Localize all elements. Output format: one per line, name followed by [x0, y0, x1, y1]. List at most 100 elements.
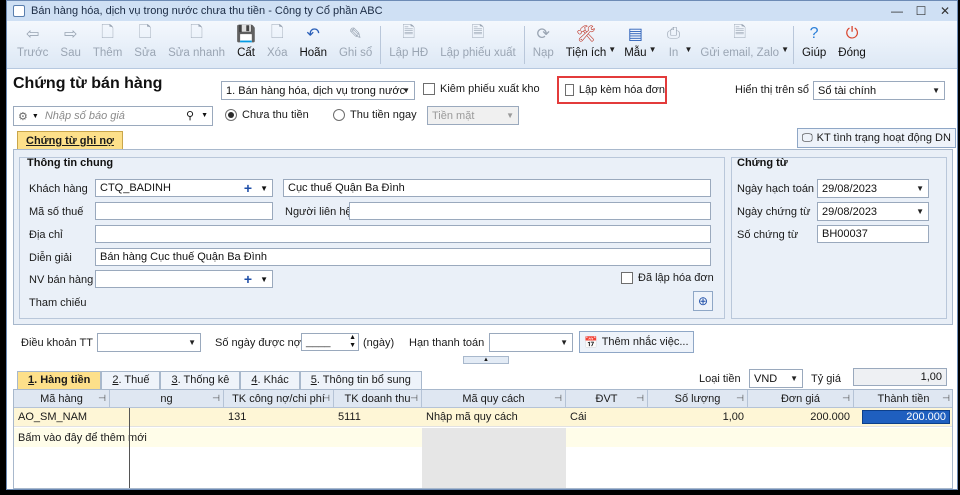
- table-row[interactable]: AO_SM_NAM 131 5111 Nhập mã quy cách Cái 1,00 2…: [14, 408, 952, 427]
- da-lap-hoa-don-checkbox[interactable]: Đã lập hóa đơn: [621, 272, 714, 284]
- voucher-number-input[interactable]: BH00037: [817, 225, 929, 243]
- tax-code-input[interactable]: [95, 202, 273, 220]
- pin-icon[interactable]: ⊣: [942, 393, 950, 404]
- cell-tk-doanh-thu[interactable]: 5111: [334, 408, 422, 426]
- toolbar-button-1[interactable]: ⇨ Sau: [54, 21, 86, 67]
- radio-dot[interactable]: [333, 109, 345, 121]
- column-header-4[interactable]: Mã quy cách ⊣: [422, 390, 566, 408]
- pin-icon[interactable]: ⊣: [322, 393, 330, 404]
- chevron-down-icon[interactable]: ▼: [260, 275, 268, 284]
- toolbar-button-0[interactable]: ⇦ Trước: [11, 21, 54, 67]
- maximize-icon[interactable]: ☐: [909, 1, 933, 21]
- column-header-2[interactable]: TK công nợ/chi phí ⊣: [224, 390, 334, 408]
- radio-chua-thu-tien[interactable]: Chưa thu tiền: [225, 109, 309, 121]
- tab-detail-4[interactable]: 4. Khác: [240, 371, 300, 389]
- lap-kem-hoa-don-checkbox[interactable]: Lập kèm hóa đơn: [557, 76, 667, 104]
- chevron-down-icon[interactable]: ▼: [781, 45, 789, 54]
- cell-tk-cong-no[interactable]: 131: [224, 408, 334, 426]
- chevron-down-icon[interactable]: ▼: [260, 184, 268, 193]
- toolbar-button-2[interactable]: 🗋 Thêm: [87, 21, 128, 67]
- toolbar-button-9[interactable]: 🗎 Lập HĐ: [383, 21, 434, 67]
- column-header-3[interactable]: TK doanh thu ⊣: [334, 390, 422, 408]
- collapse-handle[interactable]: ▲: [463, 356, 509, 364]
- description-input[interactable]: Bán hàng Cục thuế Quận Ba Đình: [95, 248, 711, 266]
- checkbox-box[interactable]: [423, 83, 435, 95]
- cell-so-luong[interactable]: 1,00: [648, 408, 748, 426]
- tab-detail-2[interactable]: 2. Thuế: [101, 371, 161, 389]
- currency-select[interactable]: VND ▼: [749, 369, 803, 388]
- search-icon[interactable]: ⚲: [186, 109, 194, 122]
- toolbar-button-10[interactable]: 🗎 Lập phiếu xuất: [434, 21, 521, 67]
- payment-method-select[interactable]: Tiền mặt ▼: [427, 106, 519, 125]
- credit-days-input[interactable]: ____ ▲ ▼: [301, 333, 359, 351]
- toolbar-button-16[interactable]: ? Giúp: [796, 21, 832, 67]
- tab-detail-1[interactable]: 1. Hàng tiền: [17, 371, 102, 389]
- chevron-down-icon[interactable]: ▼: [201, 112, 208, 119]
- minimize-icon[interactable]: —: [885, 1, 909, 21]
- column-header-5[interactable]: ĐVT ⊣: [566, 390, 648, 408]
- column-header-8[interactable]: Thành tiền ⊣: [854, 390, 952, 408]
- column-header-7[interactable]: Đơn giá ⊣: [748, 390, 854, 408]
- kt-status-button[interactable]: 🖵 KT tình trạng hoạt động DN: [797, 128, 956, 148]
- toolbar-button-17[interactable]: ⏻ Đóng: [832, 21, 872, 67]
- tab-detail-5[interactable]: 5. Thông tin bổ sung: [299, 371, 422, 389]
- toolbar-button-14[interactable]: ⎙ In: [659, 21, 689, 67]
- zoom-in-icon[interactable]: ⊕: [693, 291, 713, 311]
- cell-ma-hang[interactable]: AO_SM_NAM: [14, 408, 110, 426]
- customer-name-input[interactable]: Cục thuế Quận Ba Đình: [283, 179, 711, 197]
- checkbox-box[interactable]: [621, 272, 633, 284]
- posting-date-input[interactable]: 29/08/2023 ▼: [817, 179, 929, 198]
- exchange-rate-input[interactable]: 1,00: [853, 368, 947, 386]
- radio-thu-tien-ngay[interactable]: Thu tiền ngay: [333, 109, 417, 121]
- tab-detail-3[interactable]: 3. Thống kê: [160, 371, 241, 389]
- ledger-select[interactable]: Sổ tài chính ▼: [813, 81, 945, 100]
- chevron-down-icon[interactable]: ▼: [649, 45, 657, 54]
- toolbar-button-12[interactable]: 🛠 Tiện ích: [560, 21, 612, 67]
- contact-person-input[interactable]: [349, 202, 711, 220]
- toolbar-button-13[interactable]: ▤ Mẫu: [618, 21, 652, 67]
- radio-dot[interactable]: [225, 109, 237, 121]
- close-icon[interactable]: ✕: [933, 1, 957, 21]
- cell-don-gia[interactable]: 200.000: [748, 408, 854, 426]
- column-header-0[interactable]: Mã hàng ⊣: [14, 390, 110, 408]
- add-reminder-button[interactable]: 📅 Thêm nhắc việc...: [579, 331, 694, 353]
- spinner-icon[interactable]: ▲ ▼: [349, 334, 356, 350]
- chevron-down-icon[interactable]: ▼: [32, 113, 39, 120]
- pin-icon[interactable]: ⊣: [636, 393, 644, 404]
- pin-icon[interactable]: ⊣: [842, 393, 850, 404]
- payment-terms-select[interactable]: ▼: [97, 333, 201, 352]
- column-splitter[interactable]: [129, 408, 130, 488]
- plus-icon[interactable]: +: [244, 271, 252, 287]
- kiem-phieu-xuat-kho-checkbox[interactable]: Kiêm phiếu xuất kho: [423, 83, 540, 95]
- toolbar-button-8[interactable]: ✎ Ghi sổ: [333, 21, 378, 67]
- toolbar-button-3[interactable]: 🗋 Sửa: [128, 21, 162, 67]
- chevron-down-icon[interactable]: ▼: [608, 45, 616, 54]
- gear-icon[interactable]: ⚙: [18, 110, 28, 123]
- pin-icon[interactable]: ⊣: [554, 393, 562, 404]
- chevron-down-icon[interactable]: ▼: [685, 45, 693, 54]
- toolbar-button-5[interactable]: 💾 Cất: [231, 21, 261, 67]
- pin-icon[interactable]: ⊣: [410, 393, 418, 404]
- toolbar-button-6[interactable]: 🗋 Xóa: [261, 21, 293, 67]
- customer-code-input[interactable]: CTQ_BADINH + ▼: [95, 179, 273, 197]
- toolbar-button-4[interactable]: 🗋 Sửa nhanh: [162, 21, 231, 67]
- toolbar-button-7[interactable]: ↶ Hoãn: [293, 21, 333, 67]
- pin-icon[interactable]: ⊣: [212, 393, 220, 404]
- column-header-1[interactable]: ng ⊣: [110, 390, 224, 408]
- cell-ma-quy-cach[interactable]: Nhập mã quy cách: [422, 408, 566, 426]
- doc-type-select[interactable]: 1. Bán hàng hóa, dịch vụ trong nước ▼: [221, 81, 415, 100]
- due-date-select[interactable]: ▼: [489, 333, 573, 352]
- column-header-6[interactable]: Số lượng ⊣: [648, 390, 748, 408]
- toolbar-button-11[interactable]: ⟳ Nạp: [527, 21, 560, 67]
- tab-chung-tu-ghi-no[interactable]: Chứng từ ghi nợ: [17, 131, 123, 150]
- salesperson-input[interactable]: + ▼: [95, 270, 273, 288]
- pin-icon[interactable]: ⊣: [736, 393, 744, 404]
- plus-icon[interactable]: +: [244, 180, 252, 196]
- toolbar-button-15[interactable]: 🗎 Gửi email, Zalo: [694, 21, 785, 67]
- voucher-date-input[interactable]: 29/08/2023 ▼: [817, 202, 929, 221]
- address-input[interactable]: [95, 225, 711, 243]
- checkbox-box[interactable]: [565, 84, 574, 96]
- quote-search-input[interactable]: ⚙ ▼ Nhập số báo giá ⚲ ▼: [13, 106, 213, 126]
- cell-thanh-tien[interactable]: 200.000: [854, 408, 952, 426]
- cell-dvt[interactable]: Cái: [566, 408, 648, 426]
